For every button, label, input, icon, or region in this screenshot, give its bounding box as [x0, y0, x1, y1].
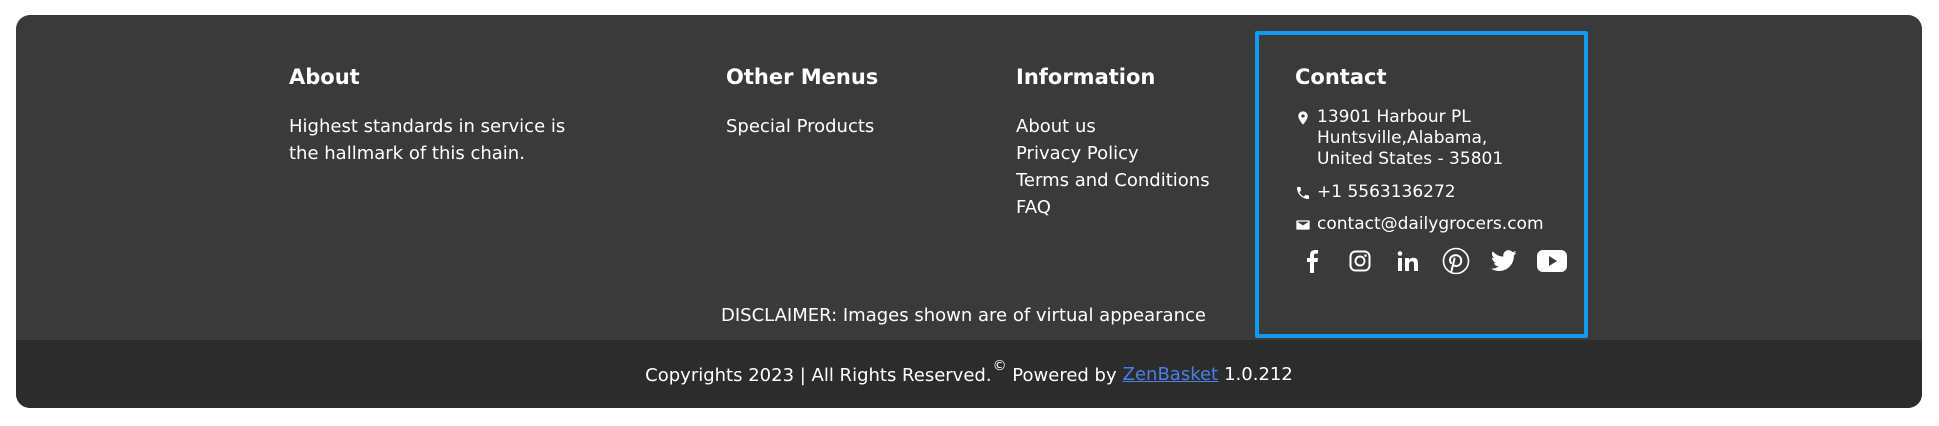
- email-address[interactable]: contact@dailygrocers.com: [1317, 214, 1544, 234]
- about-text: Highest standards in service is the hall…: [289, 113, 609, 167]
- location-pin-icon: [1298, 111, 1308, 125]
- about-text-line2: the hallmark of this chain.: [289, 143, 525, 164]
- link-terms-and-conditions[interactable]: Terms and Conditions: [1016, 167, 1210, 194]
- mail-icon: [1296, 220, 1310, 230]
- link-faq[interactable]: FAQ: [1016, 194, 1210, 221]
- youtube-icon[interactable]: [1537, 246, 1567, 276]
- disclaimer-text: DISCLAIMER: Images shown are of virtual …: [721, 305, 1206, 326]
- linkedin-icon[interactable]: [1393, 246, 1423, 276]
- about-text-line1: Highest standards in service is: [289, 116, 566, 137]
- contact-heading: Contact: [1295, 65, 1387, 89]
- contact-phone: +1 5563136272: [1295, 182, 1567, 202]
- information-section: Information About us Privacy Policy Term…: [1016, 65, 1210, 221]
- copyright-text: Copyrights 2023 | All Rights Reserved.© …: [645, 358, 1117, 386]
- link-privacy-policy[interactable]: Privacy Policy: [1016, 140, 1210, 167]
- twitter-icon[interactable]: [1489, 246, 1519, 276]
- powered-by-label: Powered by: [1012, 365, 1117, 386]
- social-links: [1297, 246, 1567, 276]
- address-line1: 13901 Harbour PL: [1317, 107, 1471, 127]
- address-line2: Huntsville,Alabama,: [1317, 128, 1488, 148]
- instagram-icon[interactable]: [1345, 246, 1375, 276]
- other-menus-section: Other Menus Special Products: [726, 65, 878, 140]
- phone-icon: [1297, 187, 1309, 199]
- address-line3: United States - 35801: [1317, 149, 1504, 169]
- about-heading: About: [289, 65, 360, 89]
- link-about-us[interactable]: About us: [1016, 113, 1210, 140]
- about-section: About Highest standards in service is th…: [289, 65, 609, 167]
- link-special-products[interactable]: Special Products: [726, 113, 878, 140]
- site-footer: About Highest standards in service is th…: [16, 15, 1922, 408]
- copyright-symbol: ©: [992, 358, 1007, 374]
- copyright-bar: Copyrights 2023 | All Rights Reserved.© …: [16, 340, 1922, 408]
- zenbasket-link[interactable]: ZenBasket: [1123, 364, 1218, 385]
- facebook-icon[interactable]: [1297, 246, 1327, 276]
- contact-address: 13901 Harbour PL Huntsville,Alabama, Uni…: [1295, 107, 1567, 170]
- contact-email: contact@dailygrocers.com: [1295, 214, 1567, 234]
- version-label: 1.0.212: [1224, 363, 1293, 385]
- pinterest-icon[interactable]: [1441, 246, 1471, 276]
- contact-section: Contact 13901 Harbour PL Huntsville,Alab…: [1295, 65, 1567, 276]
- copyright-label: Copyrights 2023 | All Rights Reserved.: [645, 365, 992, 386]
- phone-number[interactable]: +1 5563136272: [1317, 182, 1456, 202]
- information-heading: Information: [1016, 65, 1156, 89]
- other-menus-heading: Other Menus: [726, 65, 879, 89]
